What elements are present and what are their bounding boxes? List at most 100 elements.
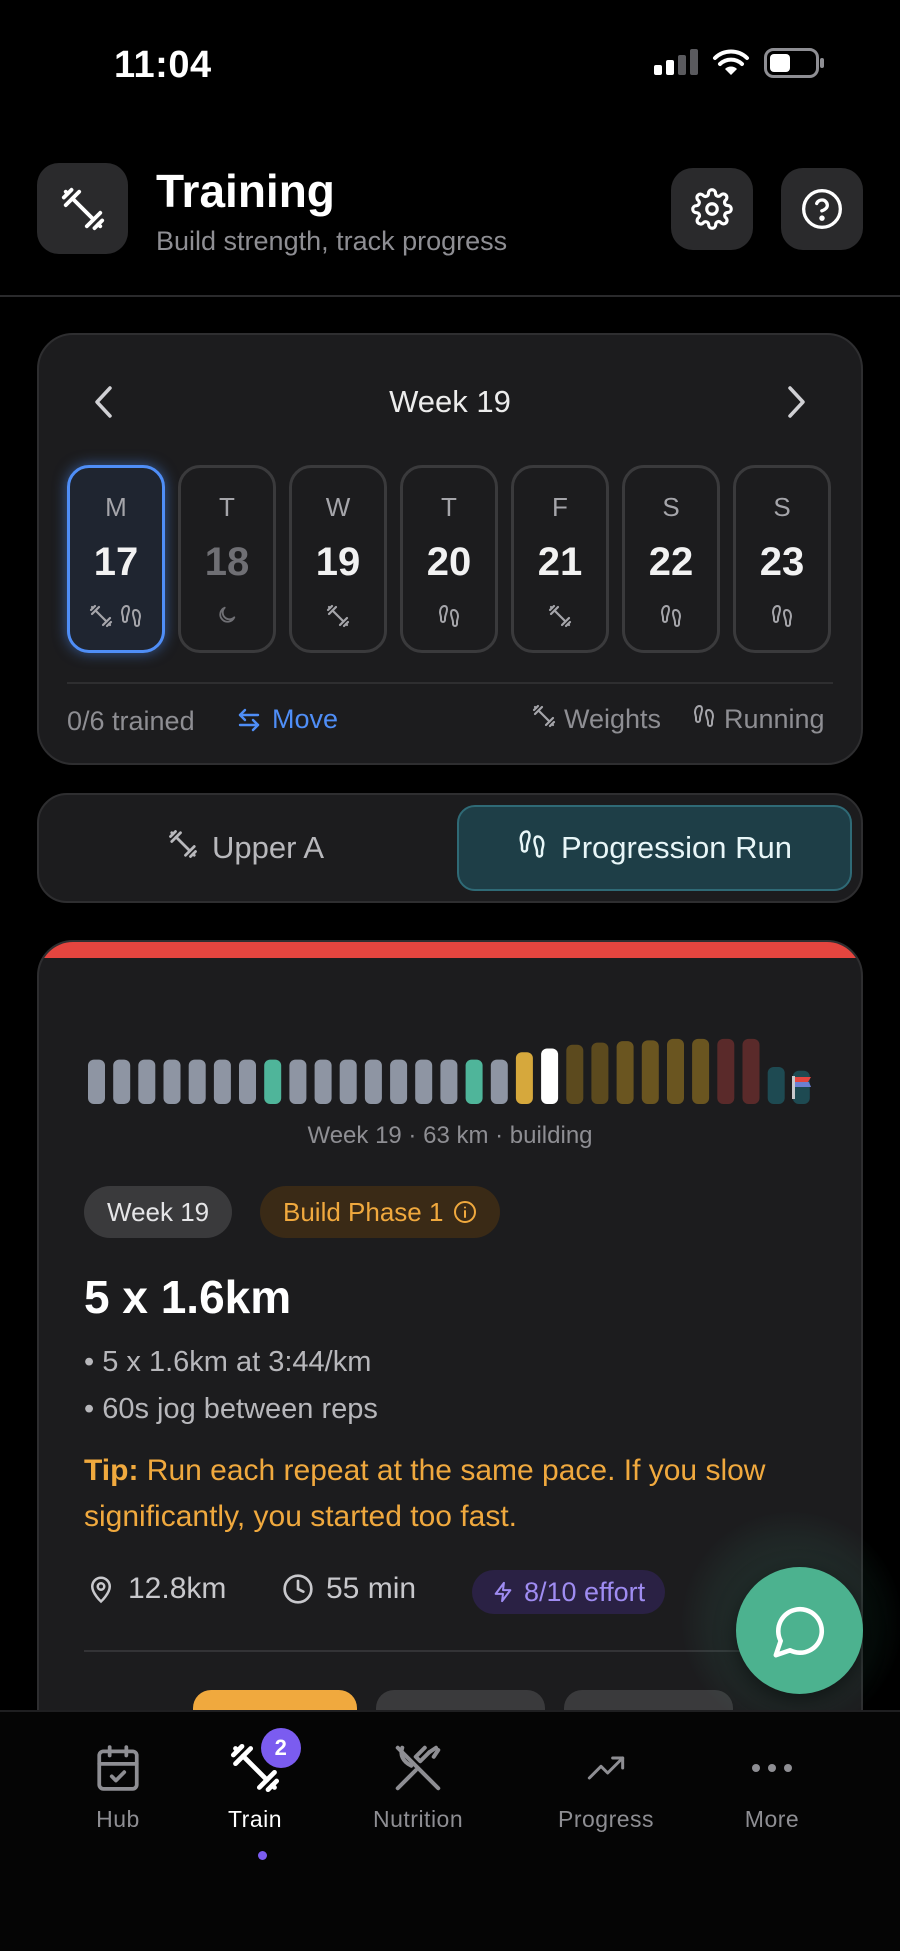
nav-hub[interactable]: Hub (90, 1740, 146, 1833)
legend-running: Running (692, 704, 825, 735)
card-accent-bar (39, 942, 861, 958)
moon-icon (216, 604, 238, 631)
help-button[interactable] (781, 168, 863, 250)
chart-bar (541, 1048, 559, 1104)
help-circle-icon (802, 189, 842, 229)
chart-bar (213, 1059, 231, 1104)
page-title: Training (156, 165, 335, 217)
settings-button[interactable] (671, 168, 753, 250)
footprints-icon (517, 829, 547, 867)
tip-label: Tip: (84, 1454, 139, 1487)
tab-upper-a[interactable]: Upper A (48, 805, 444, 891)
day-sat-22[interactable]: S 22 (622, 465, 720, 653)
duration-value: 55 min (326, 1572, 417, 1605)
dumbbell-icon (532, 704, 556, 735)
day-number: 21 (537, 540, 583, 584)
app-dumbbell-icon (37, 163, 128, 254)
day-letter: M (105, 492, 127, 522)
day-fri-21[interactable]: F 21 (511, 465, 609, 653)
chart-bar (364, 1059, 382, 1104)
day-number: 23 (759, 540, 805, 584)
status-time: 11:04 (114, 44, 212, 86)
day-letter: W (325, 492, 351, 522)
tab-run-label: Progression Run (561, 830, 792, 865)
map-pin-icon (90, 1576, 112, 1604)
calendar-check-icon (97, 1745, 139, 1791)
chart-bar (742, 1038, 760, 1104)
tab-upper-label: Upper A (211, 830, 324, 865)
chart-bar (591, 1042, 609, 1104)
weekly-volume-chart (88, 1038, 810, 1104)
chevron-right-icon (788, 386, 805, 418)
chart-bar (566, 1044, 584, 1104)
clock-icon (283, 1574, 313, 1604)
utensils-icon (395, 1745, 441, 1791)
chart-bar (239, 1059, 256, 1104)
day-wed-19[interactable]: W 19 (289, 465, 387, 653)
effort-value: 8/10 effort (524, 1576, 646, 1607)
distance-stat: 12.8km (86, 1572, 226, 1606)
phase-pill[interactable]: Build Phase 1 (260, 1186, 501, 1238)
week-pill: Week 19 (84, 1186, 233, 1238)
dumbbell-icon (548, 604, 572, 633)
chart-bar (440, 1059, 458, 1104)
chart-bar (88, 1059, 105, 1104)
footprints-icon (770, 604, 794, 633)
workout-tip: Tip: Run each repeat at the same pace. I… (84, 1448, 784, 1540)
dumbbell-icon (168, 829, 198, 867)
header-divider (0, 295, 900, 297)
day-number: 22 (648, 540, 694, 584)
nav-nutrition-label: Nutrition (373, 1806, 464, 1832)
dumbbell-icon (326, 604, 350, 633)
chart-bar (264, 1059, 282, 1104)
trained-count: 0/6 trained (67, 706, 195, 736)
chart-bar (314, 1059, 332, 1104)
day-mon-17[interactable]: M 17 (67, 465, 165, 653)
day-number: 18 (204, 540, 250, 584)
day-letter: T (441, 492, 457, 522)
battery-icon (764, 48, 824, 78)
chat-bubble-icon (773, 1606, 824, 1657)
day-letter: F (552, 492, 568, 522)
chart-bar (289, 1059, 307, 1104)
phase-label: Build Phase 1 (283, 1196, 444, 1227)
chart-bar (465, 1059, 483, 1104)
chart-bar (515, 1052, 533, 1104)
chart-bar (339, 1059, 357, 1104)
move-label: Move (272, 704, 339, 734)
info-icon (454, 1201, 477, 1223)
nav-progress-label: Progress (558, 1806, 655, 1832)
active-tab-indicator (258, 1851, 267, 1860)
effort-badge: 8/10 effort (472, 1570, 666, 1614)
tab-progression-run[interactable]: Progression Run (457, 805, 852, 891)
day-letter: S (662, 492, 680, 522)
day-number: 17 (93, 540, 139, 584)
chart-bar (767, 1067, 785, 1104)
chart-bar (390, 1059, 408, 1104)
chart-bar (616, 1041, 634, 1104)
cellular-signal-icon (654, 49, 698, 75)
footprints-icon (659, 604, 683, 633)
more-dots-icon (752, 1764, 792, 1772)
day-thu-20[interactable]: T 20 (400, 465, 498, 653)
chat-button[interactable] (736, 1567, 863, 1694)
gear-icon (691, 188, 733, 230)
day-number: 19 (315, 540, 361, 584)
footprints-icon (692, 704, 716, 735)
nav-progress[interactable]: Progress (558, 1740, 654, 1833)
day-tue-18[interactable]: T 18 (178, 465, 276, 653)
day-sun-23[interactable]: S 23 (733, 465, 831, 653)
move-button[interactable]: Move (236, 704, 338, 735)
nav-train-label: Train (227, 1806, 283, 1832)
nav-more[interactable]: More (744, 1740, 800, 1833)
wifi-icon (713, 49, 749, 75)
status-icons (654, 48, 826, 78)
chart-bar (490, 1059, 508, 1104)
lightning-icon (494, 1581, 512, 1603)
next-week-button[interactable] (772, 380, 820, 424)
footprints-icon (119, 604, 143, 633)
day-number: 20 (426, 540, 472, 584)
nav-train[interactable]: 2 Train (227, 1728, 301, 1833)
chart-bar (138, 1059, 156, 1104)
nav-nutrition[interactable]: Nutrition (373, 1740, 463, 1833)
